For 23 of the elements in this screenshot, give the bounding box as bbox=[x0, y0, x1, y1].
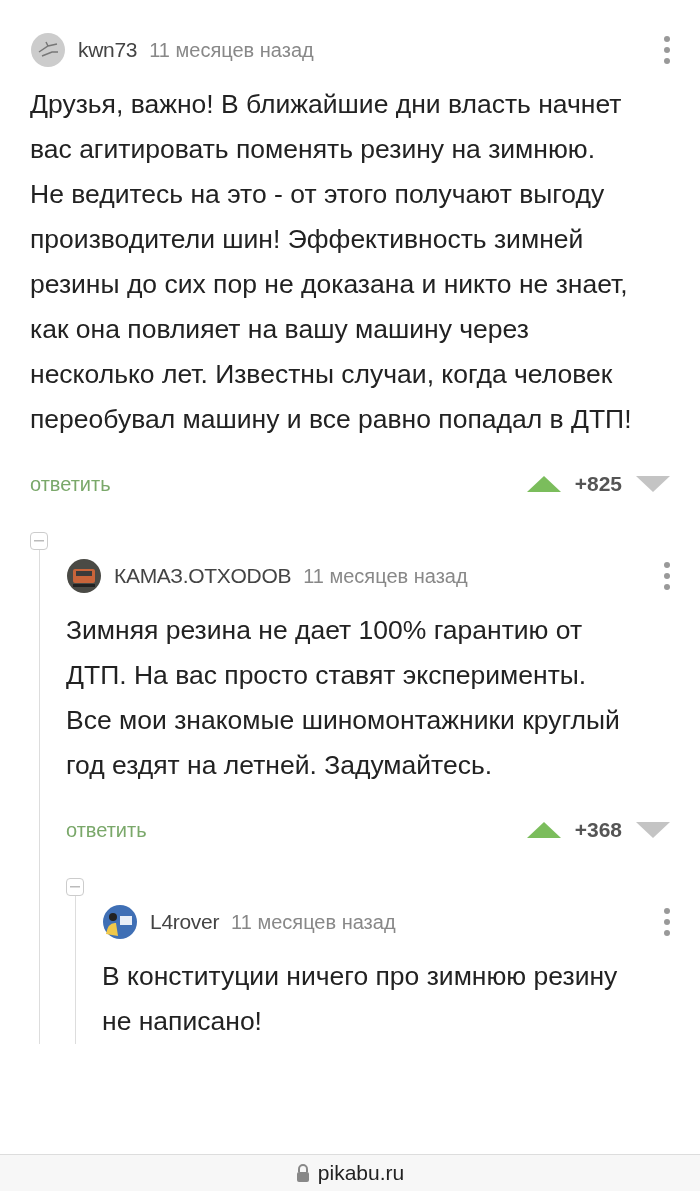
author-name[interactable]: КАМАЗ.OTXODOB bbox=[114, 564, 292, 588]
more-icon[interactable] bbox=[662, 907, 672, 937]
more-icon[interactable] bbox=[662, 561, 672, 591]
comment-text: Зимняя резина не дает 100% гарантию от ДТП. На вас просто ставят эксперименты. Все мои знакомые шиномонтажники круглый год ездят на летней. Задумайтесь. bbox=[66, 614, 621, 782]
comment-time: 11 месяцев назад bbox=[231, 910, 396, 934]
downvote-icon[interactable] bbox=[634, 820, 672, 840]
comment-time: 11 месяцев назад bbox=[149, 38, 314, 62]
rating: +368 bbox=[574, 818, 622, 842]
author-name[interactable]: L4rover bbox=[150, 910, 220, 934]
comment-time: 11 месяцев назад bbox=[303, 564, 468, 588]
minus-icon bbox=[70, 886, 80, 888]
address-bar[interactable]: pikabu.ru bbox=[0, 1154, 700, 1191]
minus-icon bbox=[34, 540, 44, 542]
comment-text: В конституции ничего про зимнюю резину не написано! bbox=[102, 960, 619, 1038]
comment-text: Друзья, важно! В ближайшие дни власть начнет вас агитировать поменять резину на зимнюю. Не ведитесь на это - от этого получают выгоду производители шин! Эффективность зимней резины до сих пор не доказана и никто не знает, как она повлияет на вашу машину через несколько лет. Известны случаи, когда человек переобувал машину и все равно попадал в ДТП! bbox=[30, 88, 633, 436]
author-name[interactable]: kwn73 bbox=[78, 38, 138, 62]
collapse-button[interactable] bbox=[30, 532, 48, 550]
downvote-icon[interactable] bbox=[634, 474, 672, 494]
lock-icon bbox=[295, 1164, 310, 1182]
collapse-button[interactable] bbox=[66, 878, 84, 896]
rating: +825 bbox=[574, 472, 622, 496]
more-icon[interactable] bbox=[662, 35, 672, 65]
url-text: pikabu.ru bbox=[317, 1161, 405, 1185]
